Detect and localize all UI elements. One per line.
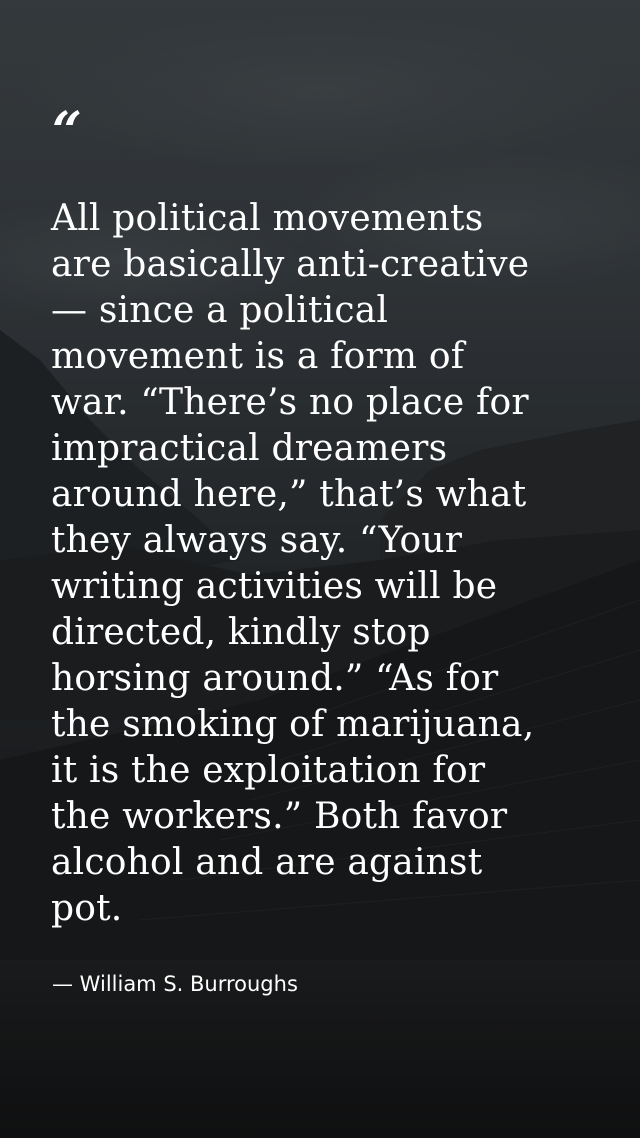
quote-line: are basically anti-creative <box>51 244 530 285</box>
quote-line: directed, kindly stop <box>51 612 431 653</box>
quote-line: around here,” that’s what <box>51 474 527 515</box>
quote-line: impractical dreamers <box>51 428 448 469</box>
quote-mark-icon: “ <box>52 101 82 162</box>
quote-line: pot. <box>51 888 123 929</box>
quote-line: — since a political <box>51 290 389 331</box>
quote-text: All political movements are basically an… <box>51 196 611 932</box>
quote-line: war. “There’s no place for <box>51 382 529 423</box>
quote-line: movement is a form of <box>51 336 465 377</box>
quote-line: the workers.” Both favor <box>51 796 508 837</box>
quote-line: horsing around.” “As for <box>51 658 499 699</box>
quote-line: the smoking of marijuana, <box>51 704 535 745</box>
quote-line: it is the exploitation for <box>51 750 486 791</box>
quote-line: All political movements <box>51 198 484 239</box>
quote-line: alcohol and are against <box>51 842 483 883</box>
quote-line: they always say. “Your <box>51 520 463 561</box>
quote-attribution: — William S. Burroughs <box>52 972 298 996</box>
quote-line: writing activities will be <box>51 566 498 607</box>
